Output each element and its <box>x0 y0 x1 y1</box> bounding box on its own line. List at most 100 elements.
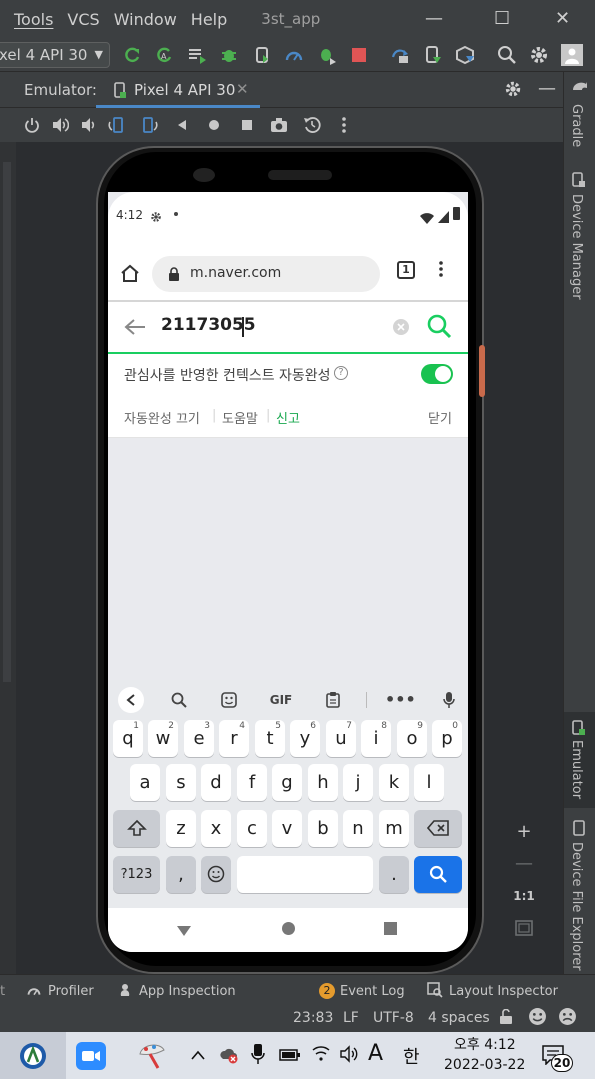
key-n[interactable]: n <box>343 810 373 847</box>
minimize-button[interactable]: — <box>425 8 443 29</box>
clear-input-icon[interactable] <box>392 318 410 340</box>
paint-app-icon[interactable] <box>136 1040 168 1074</box>
comma-key[interactable]: , <box>166 856 196 893</box>
power-icon[interactable] <box>20 114 44 136</box>
back-triangle-icon[interactable] <box>170 114 194 136</box>
home-circle-icon[interactable] <box>202 114 226 136</box>
account-avatar-icon[interactable] <box>561 44 583 66</box>
layout-inspector-tab[interactable]: Layout Inspector <box>449 984 558 999</box>
line-separator[interactable]: LF <box>343 1010 359 1026</box>
nav-home-icon[interactable] <box>282 922 295 935</box>
taskbar-time[interactable]: 오후 4:12 <box>454 1034 516 1054</box>
volume-up-icon[interactable] <box>48 114 72 136</box>
space-key[interactable] <box>237 856 373 893</box>
wifi-tray-icon[interactable] <box>311 1044 331 1066</box>
autocomplete-toggle[interactable] <box>421 364 453 384</box>
search-submit-key[interactable] <box>414 856 462 893</box>
lock-icon[interactable] <box>499 1008 513 1029</box>
browser-menu-icon[interactable] <box>438 260 444 282</box>
profiler-gauge-icon[interactable] <box>283 44 305 66</box>
stop-icon[interactable] <box>348 44 370 66</box>
address-bar[interactable]: m.naver.com <box>152 256 380 292</box>
zoom-1to1-button[interactable]: 1:1 <box>513 889 535 911</box>
caret-position[interactable]: 23:83 <box>293 1010 333 1026</box>
autocomplete-off-link[interactable]: 자동완성 끄기 <box>124 408 200 427</box>
hide-panel-icon[interactable]: — <box>538 78 556 99</box>
debug-restart-icon[interactable] <box>316 44 338 66</box>
run-list-icon[interactable] <box>186 44 208 66</box>
zoom-in-button[interactable]: + <box>513 821 535 843</box>
key-b[interactable]: b <box>308 810 338 847</box>
device-manager-tab[interactable]: Device Manager <box>569 194 584 300</box>
usb-device-icon[interactable] <box>251 1043 265 1069</box>
left-scrollbar[interactable] <box>3 162 11 682</box>
key-d[interactable]: d <box>201 764 231 801</box>
menu-help[interactable]: Help <box>191 10 227 29</box>
key-i[interactable]: i8 <box>361 720 391 757</box>
search-icon[interactable] <box>426 313 452 343</box>
volume-down-icon[interactable] <box>76 114 100 136</box>
search-icon[interactable] <box>496 44 518 66</box>
overview-square-icon[interactable] <box>235 114 259 136</box>
emulator-settings-gear-icon[interactable] <box>504 80 522 102</box>
help-question-icon[interactable]: ? <box>334 366 348 380</box>
backspace-key[interactable] <box>414 810 462 847</box>
menu-vcs[interactable]: VCS <box>67 10 99 29</box>
key-f[interactable]: f <box>237 764 267 801</box>
key-c[interactable]: c <box>237 810 267 847</box>
nav-overview-icon[interactable] <box>384 922 397 935</box>
key-q[interactable]: q1 <box>113 720 143 757</box>
gradle-tab[interactable]: Gradle <box>569 104 584 147</box>
help-link[interactable]: 도움말 <box>222 408 258 427</box>
microphone-icon[interactable] <box>436 688 462 712</box>
close-autocomplete-link[interactable]: 닫기 <box>428 408 452 427</box>
shift-key[interactable] <box>113 810 160 847</box>
sdk-manager-icon[interactable] <box>454 44 476 66</box>
key-r[interactable]: r4 <box>219 720 249 757</box>
home-icon[interactable] <box>120 264 140 286</box>
key-h[interactable]: h <box>308 764 338 801</box>
tray-expand-icon[interactable] <box>190 1046 206 1065</box>
key-u[interactable]: u7 <box>326 720 356 757</box>
settings-gear-icon[interactable] <box>528 44 550 66</box>
symbols-key[interactable]: ?123 <box>113 856 160 893</box>
key-m[interactable]: m <box>379 810 409 847</box>
screenshot-camera-icon[interactable] <box>267 114 291 136</box>
rotate-left-icon[interactable] <box>105 114 129 136</box>
key-w[interactable]: w2 <box>148 720 178 757</box>
close-button[interactable]: ✕ <box>555 8 570 29</box>
taskbar-date[interactable]: 2022-03-22 <box>444 1057 525 1073</box>
maximize-button[interactable]: ☐ <box>494 8 510 29</box>
back-arrow-icon[interactable] <box>124 318 146 340</box>
device-manager-toolbar-icon[interactable] <box>422 44 444 66</box>
snapshot-restore-icon[interactable] <box>300 114 324 136</box>
key-p[interactable]: p0 <box>432 720 462 757</box>
key-x[interactable]: x <box>201 810 231 847</box>
power-side-button[interactable] <box>479 345 485 397</box>
emoji-key[interactable] <box>201 856 231 893</box>
zoom-out-button[interactable]: — <box>513 853 535 875</box>
zoom-fit-icon[interactable] <box>513 920 535 942</box>
profiler-tab[interactable]: Profiler <box>48 984 94 999</box>
app-inspection-tab[interactable]: App Inspection <box>139 984 236 999</box>
key-k[interactable]: k <box>379 764 409 801</box>
file-encoding[interactable]: UTF-8 <box>373 1010 414 1026</box>
key-g[interactable]: g <box>272 764 302 801</box>
key-y[interactable]: y6 <box>290 720 320 757</box>
volume-tray-icon[interactable] <box>339 1045 359 1067</box>
sad-face-icon[interactable] <box>558 1007 577 1030</box>
ime-korean-indicator[interactable]: 한 <box>403 1043 420 1069</box>
menu-window[interactable]: Window <box>114 10 177 29</box>
more-options-icon[interactable] <box>332 114 356 136</box>
sticker-icon[interactable] <box>216 688 242 712</box>
more-tools-icon[interactable]: ••• <box>385 688 416 712</box>
rotate-right-icon[interactable] <box>137 114 161 136</box>
nav-back-icon[interactable] <box>176 922 192 941</box>
emulator-tab-active[interactable]: Emulator <box>564 712 595 808</box>
key-o[interactable]: o9 <box>397 720 427 757</box>
report-link[interactable]: 신고 <box>276 408 300 427</box>
attach-debugger-icon[interactable] <box>251 44 273 66</box>
apply-changes-restart-icon[interactable] <box>121 44 143 66</box>
debug-bug-icon[interactable] <box>218 44 240 66</box>
ime-english-indicator[interactable]: A <box>368 1041 383 1066</box>
